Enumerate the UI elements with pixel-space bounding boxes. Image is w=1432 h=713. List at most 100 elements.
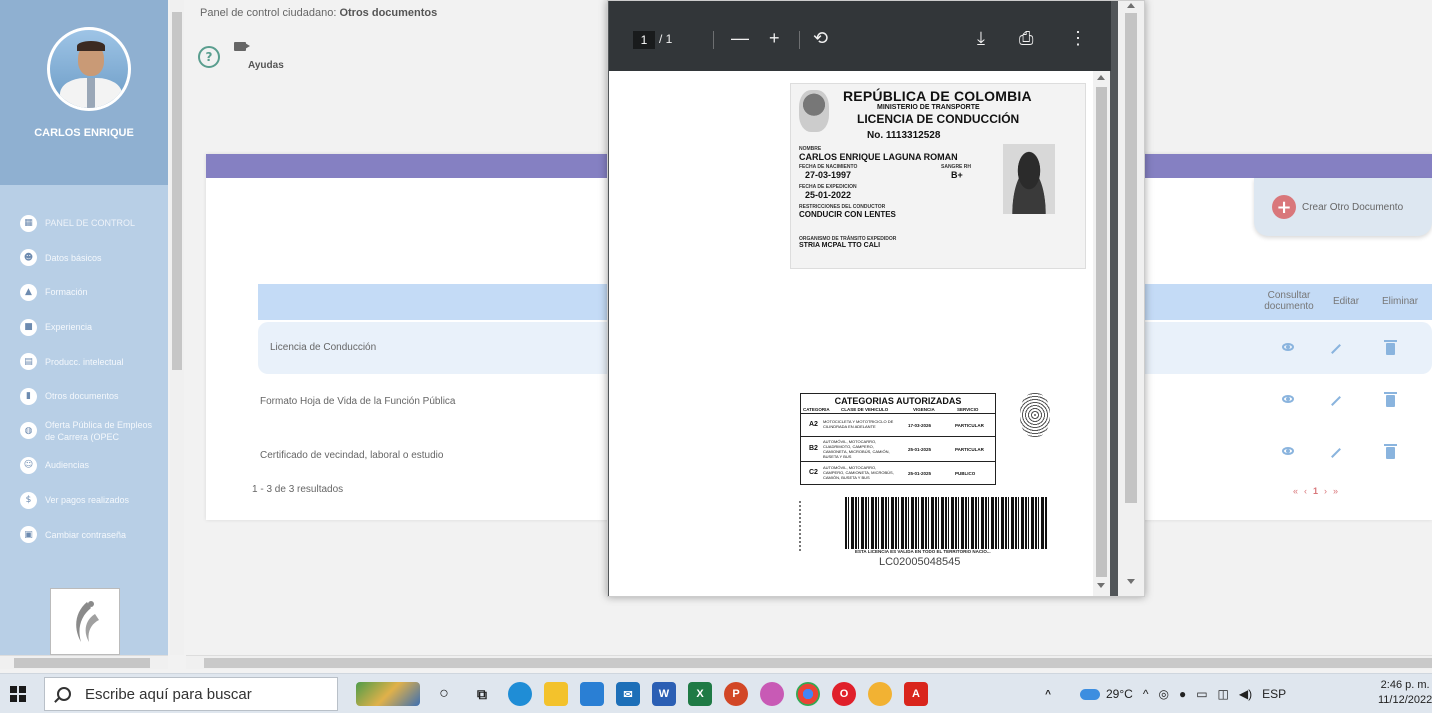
scroll-down-icon[interactable] (1097, 583, 1105, 588)
acrobat-icon[interactable]: A (904, 682, 928, 706)
view-document-icon[interactable] (1281, 340, 1295, 354)
main-horizontal-scrollbar[interactable] (186, 655, 1432, 669)
word-icon[interactable]: W (652, 682, 676, 706)
sidebar-horizontal-scrollbar[interactable] (0, 655, 168, 669)
edit-document-icon[interactable] (1329, 446, 1343, 460)
language-indicator[interactable]: ESP (1262, 687, 1286, 701)
category-service: PARTICULAR (955, 423, 984, 428)
meet-icon[interactable]: ◎ (1158, 687, 1168, 701)
sidebar-item-produccion-intelectual[interactable]: ▤ Producc. intelectual (0, 344, 168, 379)
scroll-up-icon[interactable] (1097, 75, 1105, 80)
category-service: PUBLICO (955, 471, 976, 476)
pdf-page-input[interactable]: 1 (633, 31, 655, 49)
app-icon[interactable] (868, 682, 892, 706)
edit-document-icon[interactable] (1329, 394, 1343, 408)
sidebar-item-formacion[interactable]: ▲ Formación (0, 275, 168, 310)
license-ministry: MINISTERIO DE TRANSPORTE (877, 104, 980, 111)
column-eliminar: Eliminar (1381, 296, 1419, 307)
license-number: No. 1113312528 (867, 130, 941, 141)
category-validity: 25-01-2025 (908, 471, 932, 476)
license-issue-date: 25-01-2022 (805, 190, 852, 200)
pager-current[interactable]: 1 (1313, 486, 1318, 496)
sidebar-scrollbar[interactable] (170, 0, 184, 655)
news-widget-icon[interactable] (356, 682, 420, 706)
powerpoint-icon[interactable]: P (724, 682, 748, 706)
sidebar-item-opec[interactable]: ◍ Oferta Pública de Empleos de Carrera (… (0, 414, 168, 449)
pager-next[interactable]: › (1324, 486, 1327, 496)
windows-start-icon[interactable] (10, 686, 26, 702)
category-code: C2 (809, 469, 818, 476)
sidebar-item-experiencia[interactable]: ■ Experiencia (0, 310, 168, 345)
coat-of-arms-icon (799, 90, 829, 132)
scroll-down-icon[interactable] (1127, 579, 1135, 584)
weather-cloud-icon[interactable] (1080, 688, 1100, 700)
institution-logo (50, 588, 120, 655)
create-document-button[interactable]: + Crear Otro Documento (1254, 178, 1432, 236)
dollar-icon: $ (20, 491, 37, 509)
delete-document-icon[interactable] (1383, 340, 1397, 356)
edge-icon[interactable] (508, 682, 532, 706)
download-icon[interactable]: ⤓ (977, 28, 985, 48)
sidebar-item-ver-pagos[interactable]: $ Ver pagos realizados (0, 483, 168, 518)
microphone-icon[interactable]: ● (1179, 687, 1186, 701)
pdf-scrollbar[interactable] (1093, 71, 1110, 596)
license-title: LICENCIA DE CONDUCCIÓN (857, 112, 1020, 126)
category-code: B2 (809, 445, 818, 452)
column-consultar: Consultar documento (1264, 290, 1314, 312)
print-icon[interactable]: ⎙ (1019, 28, 1033, 48)
sidebar-item-panel-de-control[interactable]: ▦ PANEL DE CONTROL (0, 206, 168, 241)
task-view-icon[interactable]: ⧉ (470, 682, 494, 706)
delete-document-icon[interactable] (1383, 444, 1397, 460)
pager-first[interactable]: « (1293, 486, 1298, 496)
volume-icon[interactable]: ◀) (1239, 687, 1252, 701)
sidebar-item-label: Experiencia (45, 322, 93, 333)
breadcrumb-prefix: Panel de control ciudadano: (200, 7, 337, 19)
pager-last[interactable]: » (1333, 486, 1338, 496)
sidebar-item-audiencias[interactable]: ☺ Audiencias (0, 448, 168, 483)
paint-icon[interactable] (760, 682, 784, 706)
network-icon[interactable]: ◫ (1218, 687, 1229, 701)
search-input[interactable] (85, 685, 325, 703)
view-document-icon[interactable] (1281, 444, 1295, 458)
opera-icon[interactable]: O (832, 682, 856, 706)
zoom-out-icon[interactable]: — (731, 28, 749, 48)
license-organism: STRIA MCPAL TTO CALI (799, 242, 881, 249)
avatar[interactable] (47, 27, 131, 111)
excel-icon[interactable]: X (688, 682, 712, 706)
weather-temperature[interactable]: 29°C (1106, 687, 1133, 701)
ayudas-link[interactable]: Ayudas (248, 60, 284, 71)
mail-icon[interactable]: ✉ (616, 682, 640, 706)
video-icon[interactable] (234, 42, 250, 51)
rotate-icon[interactable]: ⟲ (813, 28, 828, 48)
delete-document-icon[interactable] (1383, 392, 1397, 408)
store-icon[interactable] (580, 682, 604, 706)
edit-document-icon[interactable] (1329, 342, 1343, 356)
zoom-in-icon[interactable]: + (769, 28, 780, 48)
show-hidden-icons-icon[interactable]: ^ (1143, 687, 1149, 701)
sidebar-item-datos-basicos[interactable]: ☻ Datos básicos (0, 241, 168, 276)
breadcrumb: Panel de control ciudadano: Otros docume… (200, 7, 437, 19)
cortana-icon[interactable]: ○ (432, 682, 456, 706)
categories-header: CATEGORIA (803, 407, 830, 412)
sidebar-item-cambiar-contrasena[interactable]: ▣ Cambiar contraseña (0, 517, 168, 552)
file-explorer-icon[interactable] (544, 682, 568, 706)
scroll-up-icon[interactable] (1127, 3, 1135, 8)
taskbar-search[interactable] (44, 677, 338, 711)
sidebar-item-label: Producc. intelectual (45, 356, 124, 367)
view-document-icon[interactable] (1281, 392, 1295, 406)
profile-name: CARLOS ENRIQUE (34, 127, 134, 139)
modal-scrollbar[interactable] (1118, 1, 1144, 596)
sidebar-item-label: Otros documentos (45, 391, 119, 402)
chevron-icon[interactable]: ^ (1040, 682, 1056, 706)
category-row: A2 MOTOCICLETA Y MOTOTRICICLO DE CILINDR… (801, 413, 995, 436)
battery-icon[interactable]: ▭ (1196, 687, 1207, 701)
chrome-icon[interactable] (796, 682, 820, 706)
taskbar-clock[interactable]: 2:46 p. m. 11/12/2022 (1378, 678, 1432, 708)
pdf-page-total: / 1 (659, 32, 673, 46)
graduation-icon: ▲ (20, 283, 37, 301)
sidebar-nav: ▦ PANEL DE CONTROL ☻ Datos básicos ▲ For… (0, 206, 168, 552)
pager-prev[interactable]: ‹ (1304, 486, 1307, 496)
more-options-icon[interactable]: ⋮ (1069, 28, 1087, 48)
help-icon[interactable]: ? (198, 46, 220, 68)
sidebar-item-otros-documentos[interactable]: ▮ Otros documentos (0, 379, 168, 414)
